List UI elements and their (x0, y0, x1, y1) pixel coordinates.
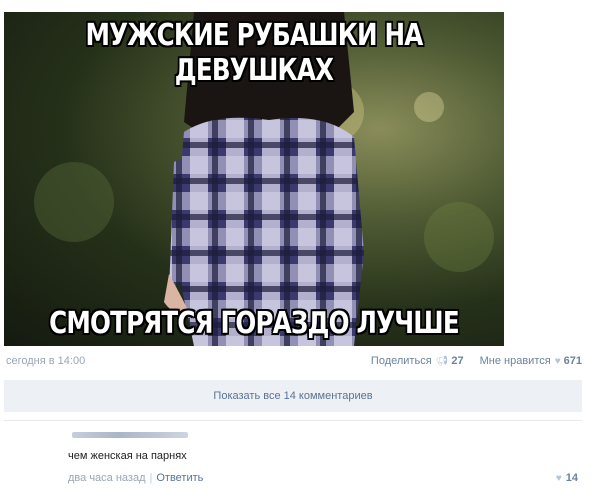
like-button[interactable]: Мне нравится (480, 355, 551, 367)
heart-icon[interactable]: ♥ (555, 356, 561, 367)
comment-footer: два часа назад | Ответить (68, 472, 203, 484)
comment-text: чем женская на парнях (68, 450, 187, 462)
post-date[interactable]: сегодня в 14:00 (6, 355, 85, 367)
post-meta: сегодня в 14:00 Поделиться 📢︎ 27 Мне нра… (4, 355, 582, 371)
share-count: 27 (451, 355, 464, 367)
comment-like-button[interactable]: ♥ 14 (556, 472, 578, 484)
comment-author-blurred[interactable] (72, 432, 188, 438)
avatar[interactable] (8, 426, 58, 476)
comment-item: чем женская на парнях два часа назад | Отв… (4, 420, 582, 488)
heart-icon: ♥ (555, 472, 562, 484)
megaphone-icon[interactable]: 📢︎ (436, 356, 449, 367)
comment-time[interactable]: два часа назад (68, 472, 145, 484)
separator: | (149, 472, 153, 484)
meme-bottom-caption: СМОТРЯТСЯ ГОРАЗДО ЛУЧШЕ (49, 306, 459, 341)
meme-top-caption: МУЖСКИЕ РУБАШКИ НА ДЕВУШКАХ (85, 18, 424, 88)
share-button[interactable]: Поделиться (371, 355, 432, 367)
show-all-comments-button[interactable]: Показать все 14 комментариев (4, 380, 582, 412)
like-count: 671 (563, 355, 582, 367)
comment-like-count: 14 (565, 472, 578, 484)
divider (4, 420, 582, 421)
reply-button[interactable]: Ответить (156, 472, 203, 484)
post-image[interactable]: МУЖСКИЕ РУБАШКИ НА ДЕВУШКАХ СМОТРЯТСЯ ГО… (4, 12, 504, 346)
post-actions: Поделиться 📢︎ 27 Мне нравится ♥ 671 (371, 355, 582, 367)
